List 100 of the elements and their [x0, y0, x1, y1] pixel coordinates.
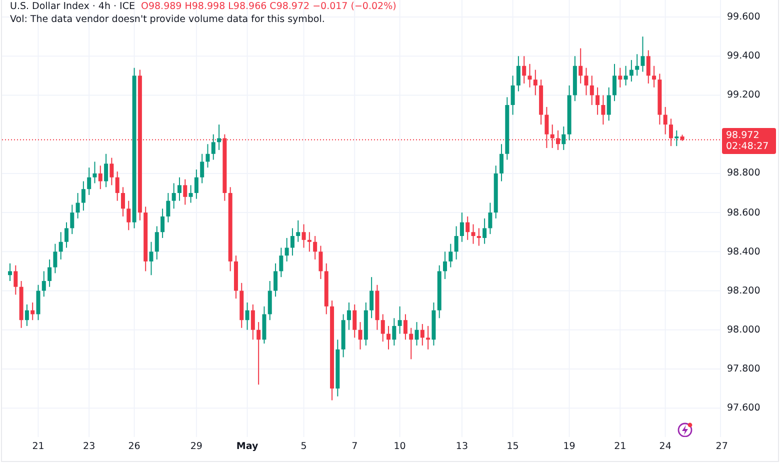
price-label: 98.800 [727, 168, 760, 179]
candlestick [482, 218, 487, 244]
candlestick [53, 243, 58, 274]
date-label: 21 [32, 441, 44, 452]
candlestick [268, 280, 272, 321]
candlestick [448, 243, 453, 268]
candlestick [533, 69, 538, 96]
candlestick [211, 134, 216, 160]
candlestick [562, 126, 566, 150]
candlestick [601, 94, 606, 126]
candlestick [358, 322, 362, 350]
candlestick [81, 180, 86, 212]
candlestick [42, 270, 46, 298]
candlestick [386, 325, 391, 350]
candlestick [92, 161, 97, 184]
candlestick [256, 322, 261, 386]
price-label: 98.400 [727, 246, 760, 258]
candlestick [578, 48, 583, 84]
date-label: 21 [614, 441, 626, 452]
candlestick [500, 144, 504, 182]
candlestick [250, 304, 255, 340]
candlestick [392, 318, 396, 346]
price-label: 97.800 [727, 363, 760, 374]
price-label: 99.600 [727, 12, 760, 22]
volume-note: Vol: The data vendor doesn't provide volume data for this symbol. [10, 14, 326, 26]
candlestick [398, 306, 402, 334]
date-label: 29 [190, 441, 202, 452]
candlestick [443, 251, 448, 280]
price-label: 99.200 [727, 90, 760, 101]
candlestick [76, 192, 80, 219]
candlestick [24, 304, 29, 326]
candlestick [58, 232, 63, 260]
candlestick [414, 322, 419, 346]
date-label: 26 [128, 441, 140, 452]
candlestick [584, 67, 588, 96]
candlestick [590, 75, 594, 106]
candlestick [36, 284, 40, 321]
date-label: 7 [352, 441, 358, 452]
candlestick [70, 204, 74, 235]
candlestick [279, 247, 284, 278]
candlestick [296, 220, 300, 242]
price-label: 98.600 [727, 207, 760, 218]
candlestick [284, 237, 289, 262]
ohlc-values: O98.989 H98.998 L98.966 C98.972 −0.017 (−0.02%) [140, 1, 396, 13]
candlestick [606, 86, 611, 122]
price-label: 97.600 [727, 402, 760, 414]
candlestick [206, 144, 210, 168]
candlestick [115, 170, 120, 202]
candlestick [635, 54, 640, 76]
candlestick [426, 325, 430, 350]
candlestick [403, 314, 408, 340]
candlestick [420, 324, 424, 346]
candlestick [245, 302, 250, 330]
candlestick [126, 200, 131, 231]
candlestick [516, 56, 520, 92]
candlestick [166, 192, 170, 223]
candlestick [528, 63, 532, 88]
candlestick [460, 212, 464, 242]
candlestick [87, 167, 92, 196]
symbol-title: U.S. Dollar Index · 4h · ICE [10, 1, 135, 13]
candlestick [652, 65, 656, 88]
candlestick [380, 314, 385, 342]
candlestick [466, 216, 470, 240]
candlestick [8, 262, 12, 282]
candlestick [618, 67, 622, 88]
candlestick [488, 202, 492, 235]
candlestick [160, 208, 165, 238]
candlestick [629, 60, 634, 82]
candlestick [110, 157, 114, 186]
candlestick [172, 182, 176, 210]
date-label: 10 [394, 441, 406, 452]
date-label: 23 [83, 441, 96, 452]
candlestick [454, 226, 458, 260]
candlestick [183, 178, 188, 206]
candlestick [668, 118, 673, 147]
date-label: 27 [716, 441, 728, 452]
candlestick [612, 63, 616, 102]
price-label: 98.200 [727, 285, 760, 296]
candlestick [200, 153, 204, 184]
date-label: 15 [506, 441, 519, 452]
candlestick [409, 327, 414, 360]
date-label: May [236, 441, 258, 452]
date-label: 13 [456, 441, 468, 452]
candlestick [290, 228, 294, 256]
lightning-icon[interactable] [678, 422, 692, 437]
date-label: 5 [300, 441, 307, 452]
candlestick [64, 222, 68, 248]
candlestick [646, 50, 650, 84]
price-label: 98.000 [727, 324, 760, 336]
price-label: 99.400 [727, 50, 760, 62]
candlestick [522, 56, 526, 84]
candlestick [149, 241, 154, 276]
candlestick [318, 245, 323, 280]
candlestick [663, 106, 668, 135]
candlestick [98, 165, 102, 190]
candlestick [346, 302, 351, 330]
candlestick [217, 124, 222, 150]
candlestick [313, 236, 318, 260]
candlestick [556, 130, 560, 150]
candlestick [302, 224, 306, 248]
